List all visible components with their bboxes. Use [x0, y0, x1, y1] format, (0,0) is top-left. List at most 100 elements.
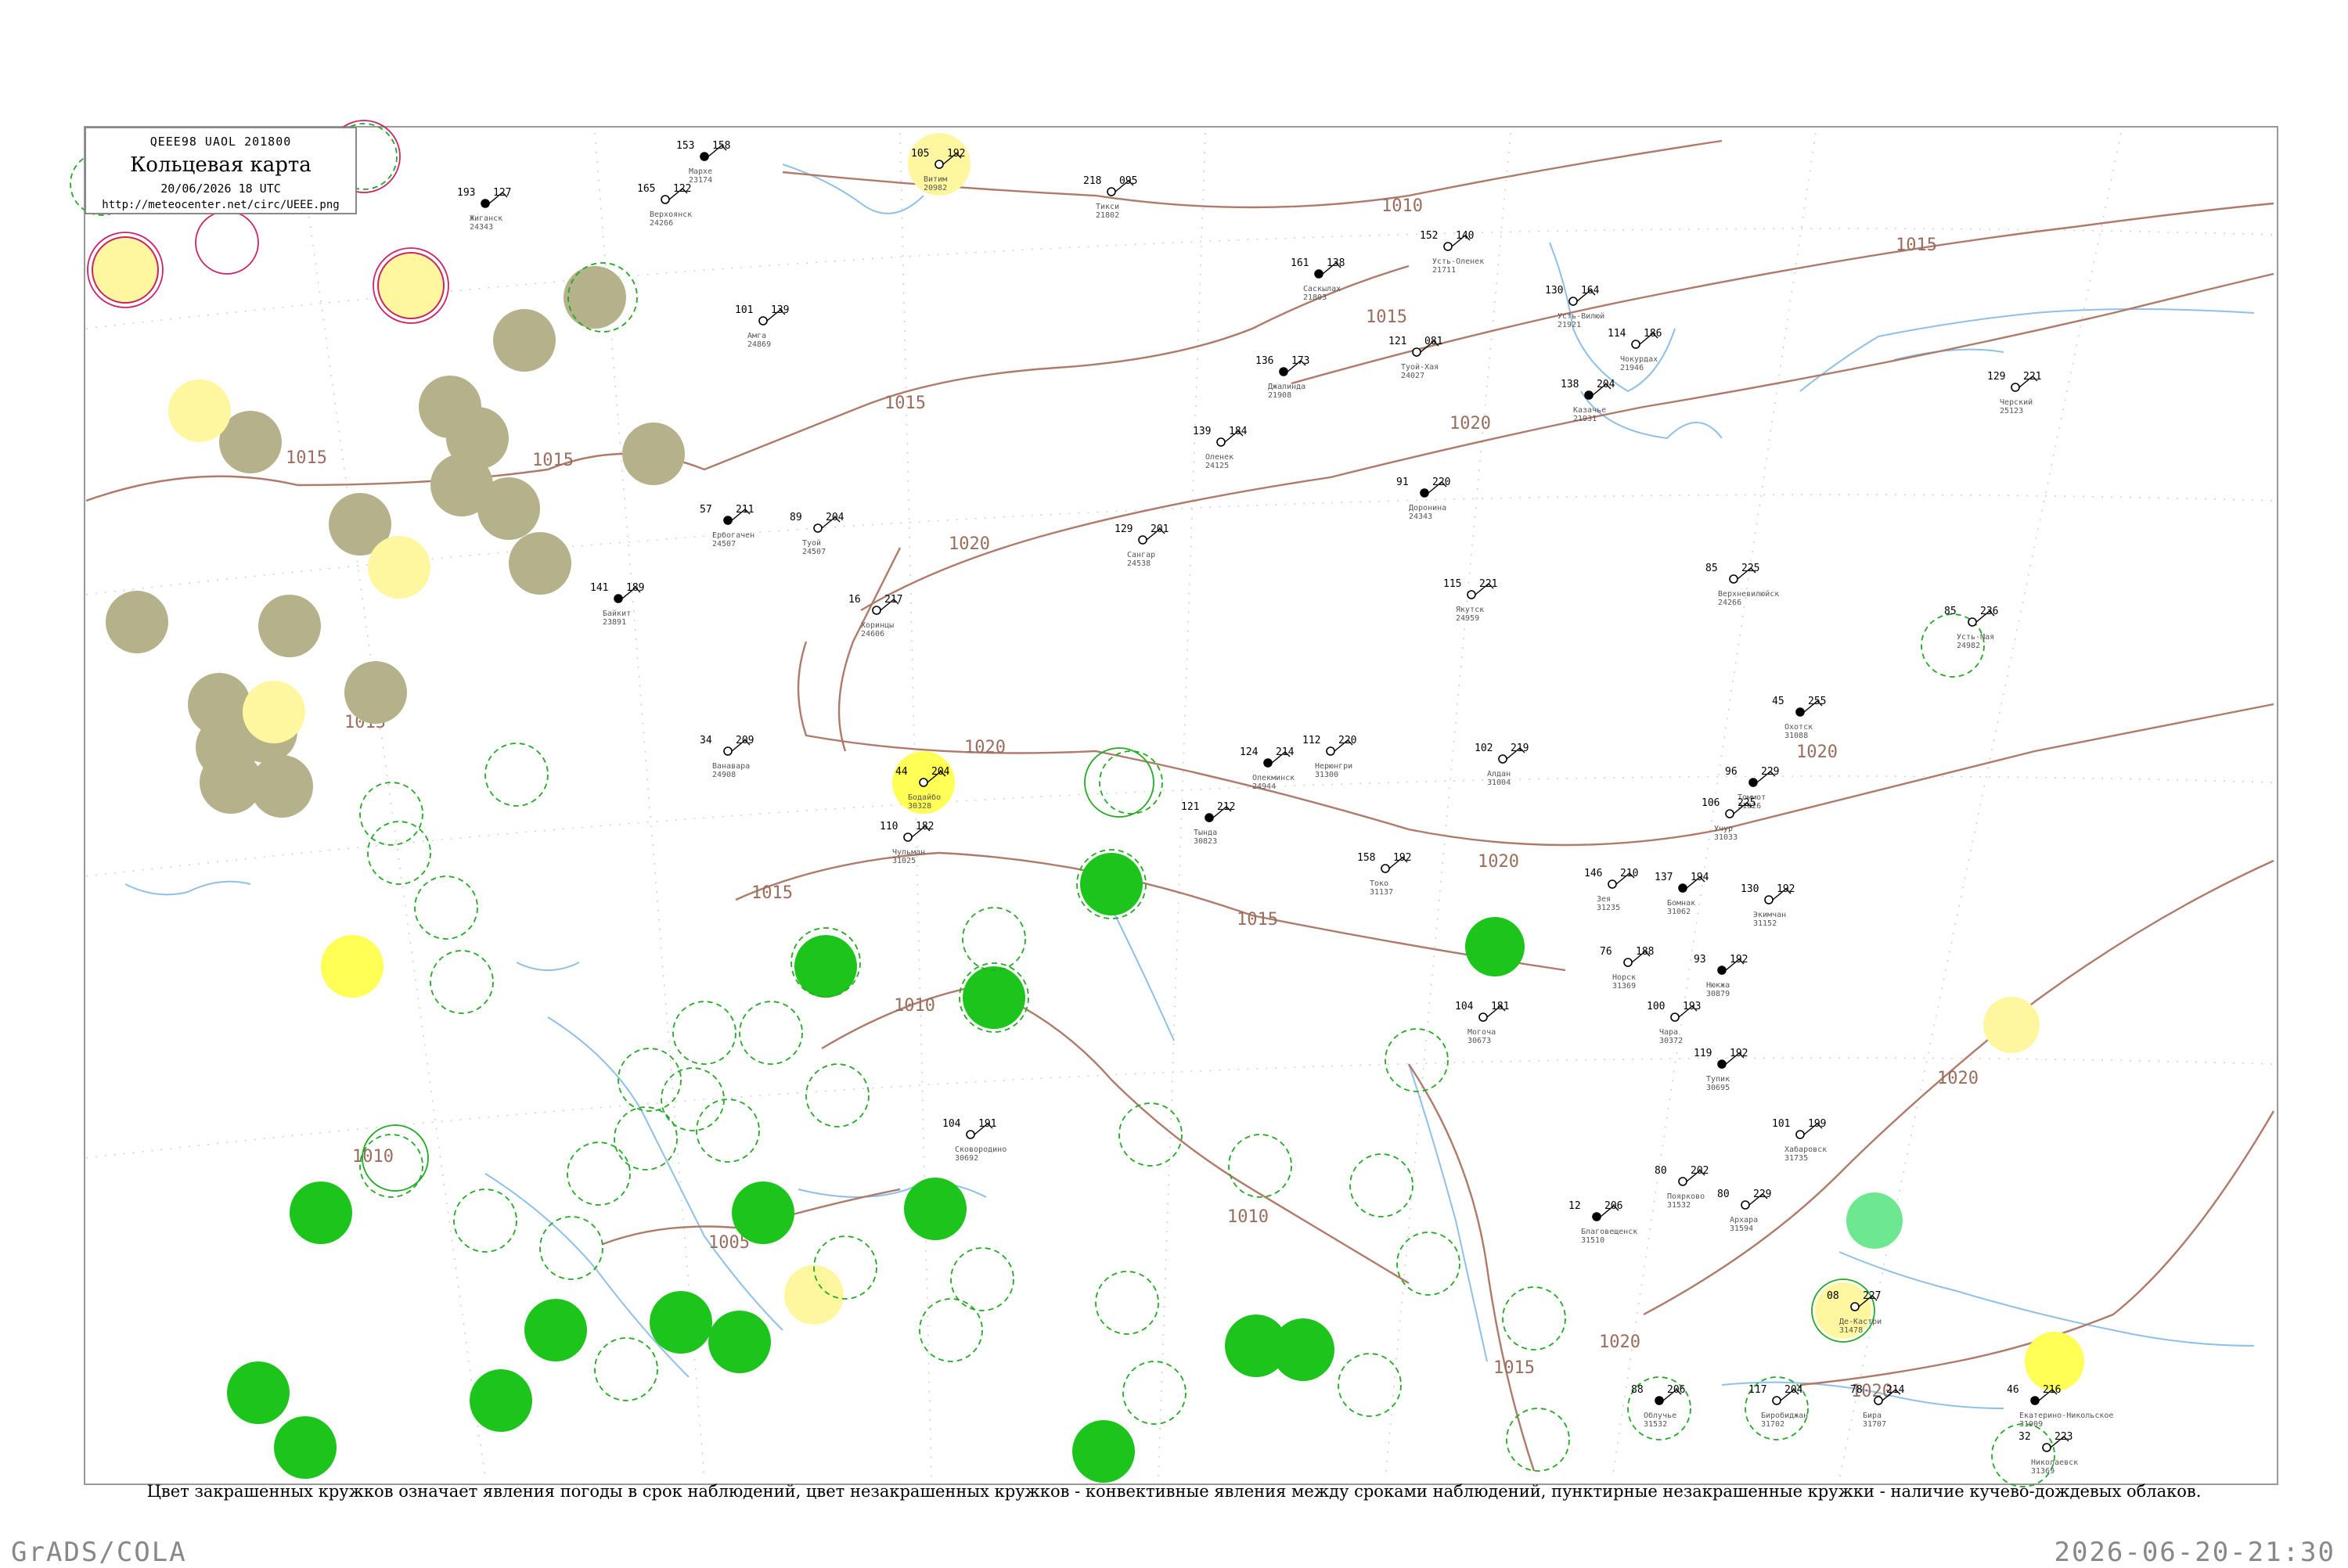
isobar-label: 1010 — [1381, 196, 1423, 216]
temperature-value: 153 — [676, 140, 694, 152]
temperature-value: 32 — [2018, 1431, 2031, 1443]
weather-circle — [1272, 1318, 1334, 1381]
station-name: Сангар — [1127, 551, 1155, 559]
pressure-value: 138 — [1327, 257, 1345, 269]
cloud-cover-symbol — [1443, 242, 1453, 251]
temperature-value: 152 — [1420, 230, 1438, 242]
weather-circle — [200, 751, 262, 814]
temperature-value: 104 — [1455, 1001, 1474, 1012]
cloud-cover-symbol — [614, 594, 623, 603]
weather-circle — [377, 252, 445, 319]
pressure-value: 212 — [1217, 801, 1235, 813]
station-name: Архара — [1730, 1216, 1758, 1225]
isobar-label: 1020 — [1796, 743, 1838, 762]
temperature-value: 76 — [1600, 946, 1612, 958]
cloud-cover-symbol — [1279, 367, 1288, 376]
pressure-value: 209 — [736, 735, 754, 746]
station-id: 31735 — [1784, 1154, 1808, 1163]
pressure-value: 201 — [1151, 523, 1169, 535]
map-url[interactable]: http://meteocenter.net/circ/UEEE.png — [86, 199, 355, 211]
station-id: 30695 — [1706, 1084, 1730, 1092]
station-id: 31033 — [1714, 833, 1738, 842]
temperature-value: 101 — [1772, 1118, 1790, 1130]
station-id: 24343 — [470, 223, 493, 232]
weather-circle — [243, 681, 305, 743]
temperature-value: 130 — [1741, 883, 1759, 895]
pressure-value: 189 — [626, 582, 644, 594]
station-name: Де-Кастри — [1839, 1318, 1882, 1326]
cloud-cover-symbol — [1326, 746, 1335, 756]
weather-circle — [963, 966, 1025, 1029]
pressure-value: 081 — [1424, 336, 1442, 347]
station-name: Чульман — [892, 848, 925, 857]
pressure-value: 255 — [1808, 696, 1826, 707]
pressure-value: 210 — [1620, 868, 1638, 879]
isobar-label: 1015 — [286, 448, 327, 468]
station-id: 31369 — [1612, 982, 1636, 991]
station-name: Зея — [1597, 895, 1611, 904]
temperature-value: 57 — [700, 504, 712, 516]
pressure-value: 223 — [2054, 1431, 2073, 1443]
temperature-value: 114 — [1608, 328, 1626, 340]
weather-circle — [168, 379, 231, 442]
station-id: 21946 — [1620, 364, 1644, 372]
pressure-value: 193 — [1683, 1001, 1701, 1012]
temperature-value: 119 — [1694, 1048, 1712, 1059]
cloud-cover-symbol — [1850, 1302, 1860, 1311]
station-id: 30823 — [1194, 837, 1217, 846]
station-name: Екатерино-Никольское — [2019, 1412, 2113, 1420]
temperature-value: 193 — [457, 187, 475, 199]
pressure-value: 204 — [1784, 1384, 1803, 1396]
station-id: 24606 — [861, 630, 884, 638]
station-id: 31137 — [1370, 888, 1393, 897]
station-name: Нерюнгри — [1315, 762, 1352, 771]
weather-circle — [524, 1299, 587, 1361]
station-name: Бодайбо — [908, 793, 941, 802]
pressure-value: 192 — [947, 148, 965, 160]
temperature-value: 129 — [1987, 371, 2005, 383]
cloud-cover-symbol — [481, 199, 490, 208]
temperature-value: 137 — [1655, 872, 1673, 883]
weather-circle — [732, 1181, 794, 1244]
cloud-cover-symbol — [1874, 1396, 1883, 1405]
weather-circle — [904, 1178, 967, 1240]
weather-circle — [227, 1361, 290, 1424]
cloud-cover-symbol — [1741, 1200, 1750, 1210]
pressure-value: 140 — [1456, 230, 1474, 242]
station-name: Тупик — [1706, 1075, 1730, 1084]
weather-circle — [2025, 1332, 2084, 1391]
isobar-label: 1010 — [894, 996, 935, 1016]
legend-caption: Цвет закрашенных кружков означает явлени… — [146, 1482, 2202, 1501]
temperature-value: 80 — [1717, 1189, 1730, 1200]
station-id: 24027 — [1401, 372, 1424, 380]
cloud-cover-symbol — [872, 606, 881, 615]
station-name: Бомнак — [1667, 899, 1695, 908]
station-id: 31702 — [1761, 1420, 1784, 1429]
temperature-value: 139 — [1193, 426, 1211, 437]
weather-circle — [1080, 853, 1143, 915]
station-name: Мархе — [689, 167, 712, 176]
weather-circle — [368, 536, 430, 599]
station-name: Верхневилюйск — [1718, 589, 1779, 599]
station-name: Амга — [747, 332, 766, 340]
station-id: 31235 — [1597, 904, 1620, 912]
pressure-value: 182 — [916, 821, 934, 833]
station-name: Казачье — [1573, 406, 1606, 415]
cloud-cover-symbol — [1420, 488, 1429, 498]
weather-circle — [92, 236, 159, 304]
station-name: Токо — [1370, 879, 1388, 888]
station-id: 21931 — [1573, 415, 1597, 423]
station-id: 30879 — [1706, 990, 1730, 998]
cloud-cover-symbol — [1467, 590, 1476, 599]
temperature-value: 161 — [1291, 257, 1309, 269]
cloud-cover-symbol — [1584, 390, 1594, 400]
station-name: Учур — [1714, 825, 1733, 833]
station-id: 24343 — [1409, 512, 1432, 521]
station-id: 31532 — [1644, 1420, 1667, 1429]
temperature-value: 80 — [1655, 1165, 1667, 1177]
station-id: 20982 — [924, 184, 947, 192]
pressure-value: 206 — [1604, 1200, 1622, 1212]
pressure-value: 206 — [1667, 1384, 1685, 1396]
isobar-label: 1015 — [1366, 307, 1407, 327]
station-id: 23174 — [689, 176, 712, 185]
